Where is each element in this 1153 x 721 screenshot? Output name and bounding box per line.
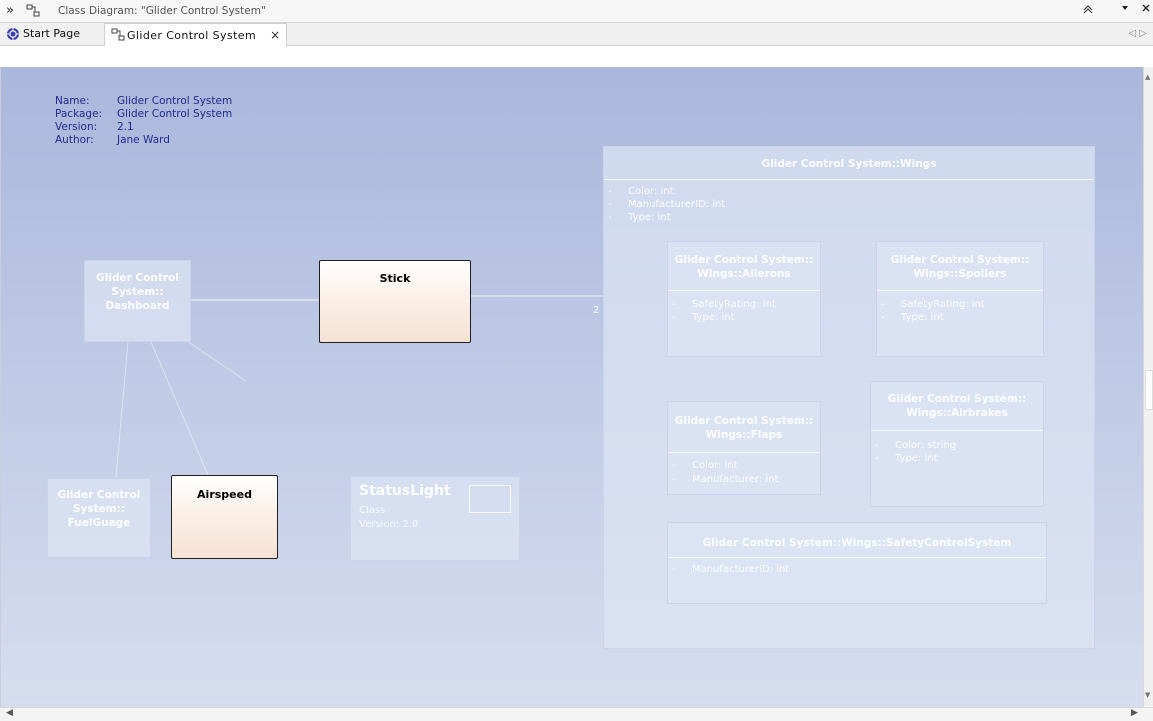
scroll-right-icon[interactable]: ▶ xyxy=(1131,708,1138,718)
note-key: Author: xyxy=(55,134,94,146)
tab-start-page[interactable]: Start Page xyxy=(0,23,86,44)
element-name-line: Glider Control System:: xyxy=(674,254,814,266)
element-name: Glider Control System::Wings::SafetyCont… xyxy=(702,537,1012,549)
scroll-down-icon[interactable]: ▼ xyxy=(1145,691,1150,699)
tab-close-icon[interactable]: × xyxy=(270,28,280,42)
note-value: 2.1 xyxy=(117,121,134,133)
class-fuelguage[interactable]: Glider Control System:: FuelGuage xyxy=(47,478,151,558)
attribute-row: - Type: int xyxy=(881,312,944,323)
attribute-row: - SafetyRating: int xyxy=(672,299,776,310)
element-name-line: System:: xyxy=(72,503,126,515)
note-value: Jane Ward xyxy=(117,134,170,146)
class-diagram-icon xyxy=(111,28,125,41)
tab-glider-label: Glider Control System xyxy=(127,28,257,42)
element-name: Stick xyxy=(379,272,411,285)
compartment-divider xyxy=(877,290,1043,291)
class-stick[interactable]: Stick xyxy=(319,260,471,343)
expand-panel-icon[interactable]: » xyxy=(6,3,14,18)
diagram-notes: Name: Glider Control System Package: Glide… xyxy=(55,95,232,147)
class-airspeed[interactable]: Airspeed xyxy=(171,475,278,559)
element-name-line: Glider Control xyxy=(96,272,179,284)
compartment-divider xyxy=(871,430,1043,431)
element-version: Version: 2.0 xyxy=(359,519,419,530)
class-diagram-icon xyxy=(26,4,40,17)
element-name: StatusLight xyxy=(359,483,451,499)
attribute-row: - Color: string xyxy=(875,440,957,451)
class-ailerons[interactable]: Glider Control System:: Wings::Ailerons … xyxy=(667,241,821,357)
start-page-icon xyxy=(7,27,19,40)
class-spoilers[interactable]: Glider Control System:: Wings::Spoilers … xyxy=(876,241,1044,357)
element-name-line: Dashboard xyxy=(105,300,170,312)
multiplicity-label: 2 xyxy=(593,305,600,316)
horizontal-scrollbar[interactable]: ◀ ▶ xyxy=(0,707,1153,721)
diagram-title: Class Diagram: "Glider Control System" xyxy=(58,5,266,17)
element-name-line: Wings::Spoilers xyxy=(913,268,1007,280)
element-name-line: Wings::Airbrakes xyxy=(906,407,1008,419)
compartment-divider xyxy=(668,290,820,291)
compartment-divider xyxy=(604,179,1094,180)
element-name-line: Glider Control xyxy=(57,489,141,501)
element-name-line: Wings::Flaps xyxy=(705,429,783,441)
class-dashboard[interactable]: Glider Control System:: Dashboard xyxy=(84,260,191,342)
close-icon[interactable] xyxy=(1141,3,1151,16)
attribute-row: - ManufacturerID: int xyxy=(672,564,790,575)
element-name: Airspeed xyxy=(197,488,252,501)
class-safety-control-system[interactable]: Glider Control System::Wings::SafetyCont… xyxy=(667,522,1047,604)
element-name: Glider Control System::Wings xyxy=(761,158,937,170)
status-light-icon xyxy=(469,485,511,513)
note-key: Name: xyxy=(55,95,90,107)
attribute-row: - Color: int xyxy=(608,186,674,197)
scroll-up-icon[interactable]: ▲ xyxy=(1145,73,1150,81)
scrollbar-thumb[interactable] xyxy=(1145,370,1153,410)
class-flaps[interactable]: Glider Control System:: Wings::Flaps - Co… xyxy=(667,401,821,495)
class-airbrakes[interactable]: Glider Control System:: Wings::Airbrakes… xyxy=(870,381,1044,507)
element-name-line: FuelGuage xyxy=(67,517,131,529)
diagram-canvas[interactable]: Name: Glider Control System Package: Glide… xyxy=(0,67,1144,707)
element-name-line: System:: xyxy=(111,286,164,298)
vertical-scrollbar[interactable]: ▲ ▼ xyxy=(1143,67,1153,707)
compartment-divider xyxy=(668,557,1046,558)
attribute-row: - Color: int xyxy=(672,460,738,471)
element-name-line: Glider Control System:: xyxy=(674,415,814,427)
diagram-title-bar: » Class Diagram: "Glider Control System" xyxy=(0,0,1153,23)
dropdown-icon[interactable] xyxy=(1120,3,1130,16)
note-value: Glider Control System xyxy=(117,108,233,120)
element-name-line: Glider Control System:: xyxy=(890,254,1030,266)
tab-glider-control-system[interactable]: Glider Control System × xyxy=(104,23,288,46)
scroll-left-icon[interactable]: ◀ xyxy=(6,708,13,718)
attribute-row: - Type: int xyxy=(608,212,671,223)
element-stereotype: Class xyxy=(359,505,386,516)
tab-bar: Start Page Glider Control System × ◁ ▷ xyxy=(0,23,1153,46)
note-value: Glider Control System xyxy=(117,95,233,107)
note-key: Version: xyxy=(55,121,98,133)
attribute-row: - SafetyRating: int xyxy=(881,299,985,310)
attribute-row: - Type: int xyxy=(875,453,938,464)
collapse-icon[interactable] xyxy=(1082,3,1094,18)
attribute-row: - ManufacturerID: int xyxy=(608,199,726,210)
element-name-line: Glider Control System:: xyxy=(887,393,1027,405)
tab-scroll-arrows[interactable]: ◁ ▷ xyxy=(1128,28,1147,39)
attribute-row: - Manufacturer: int xyxy=(672,474,779,485)
note-key: Package: xyxy=(55,108,103,120)
tab-start-page-label: Start Page xyxy=(23,27,80,40)
element-name-line: Wings::Ailerons xyxy=(697,268,791,280)
attribute-row: - Type: int xyxy=(672,312,735,323)
class-statuslight[interactable]: StatusLight Class Version: 2.0 xyxy=(350,476,520,561)
compartment-divider xyxy=(668,452,820,453)
